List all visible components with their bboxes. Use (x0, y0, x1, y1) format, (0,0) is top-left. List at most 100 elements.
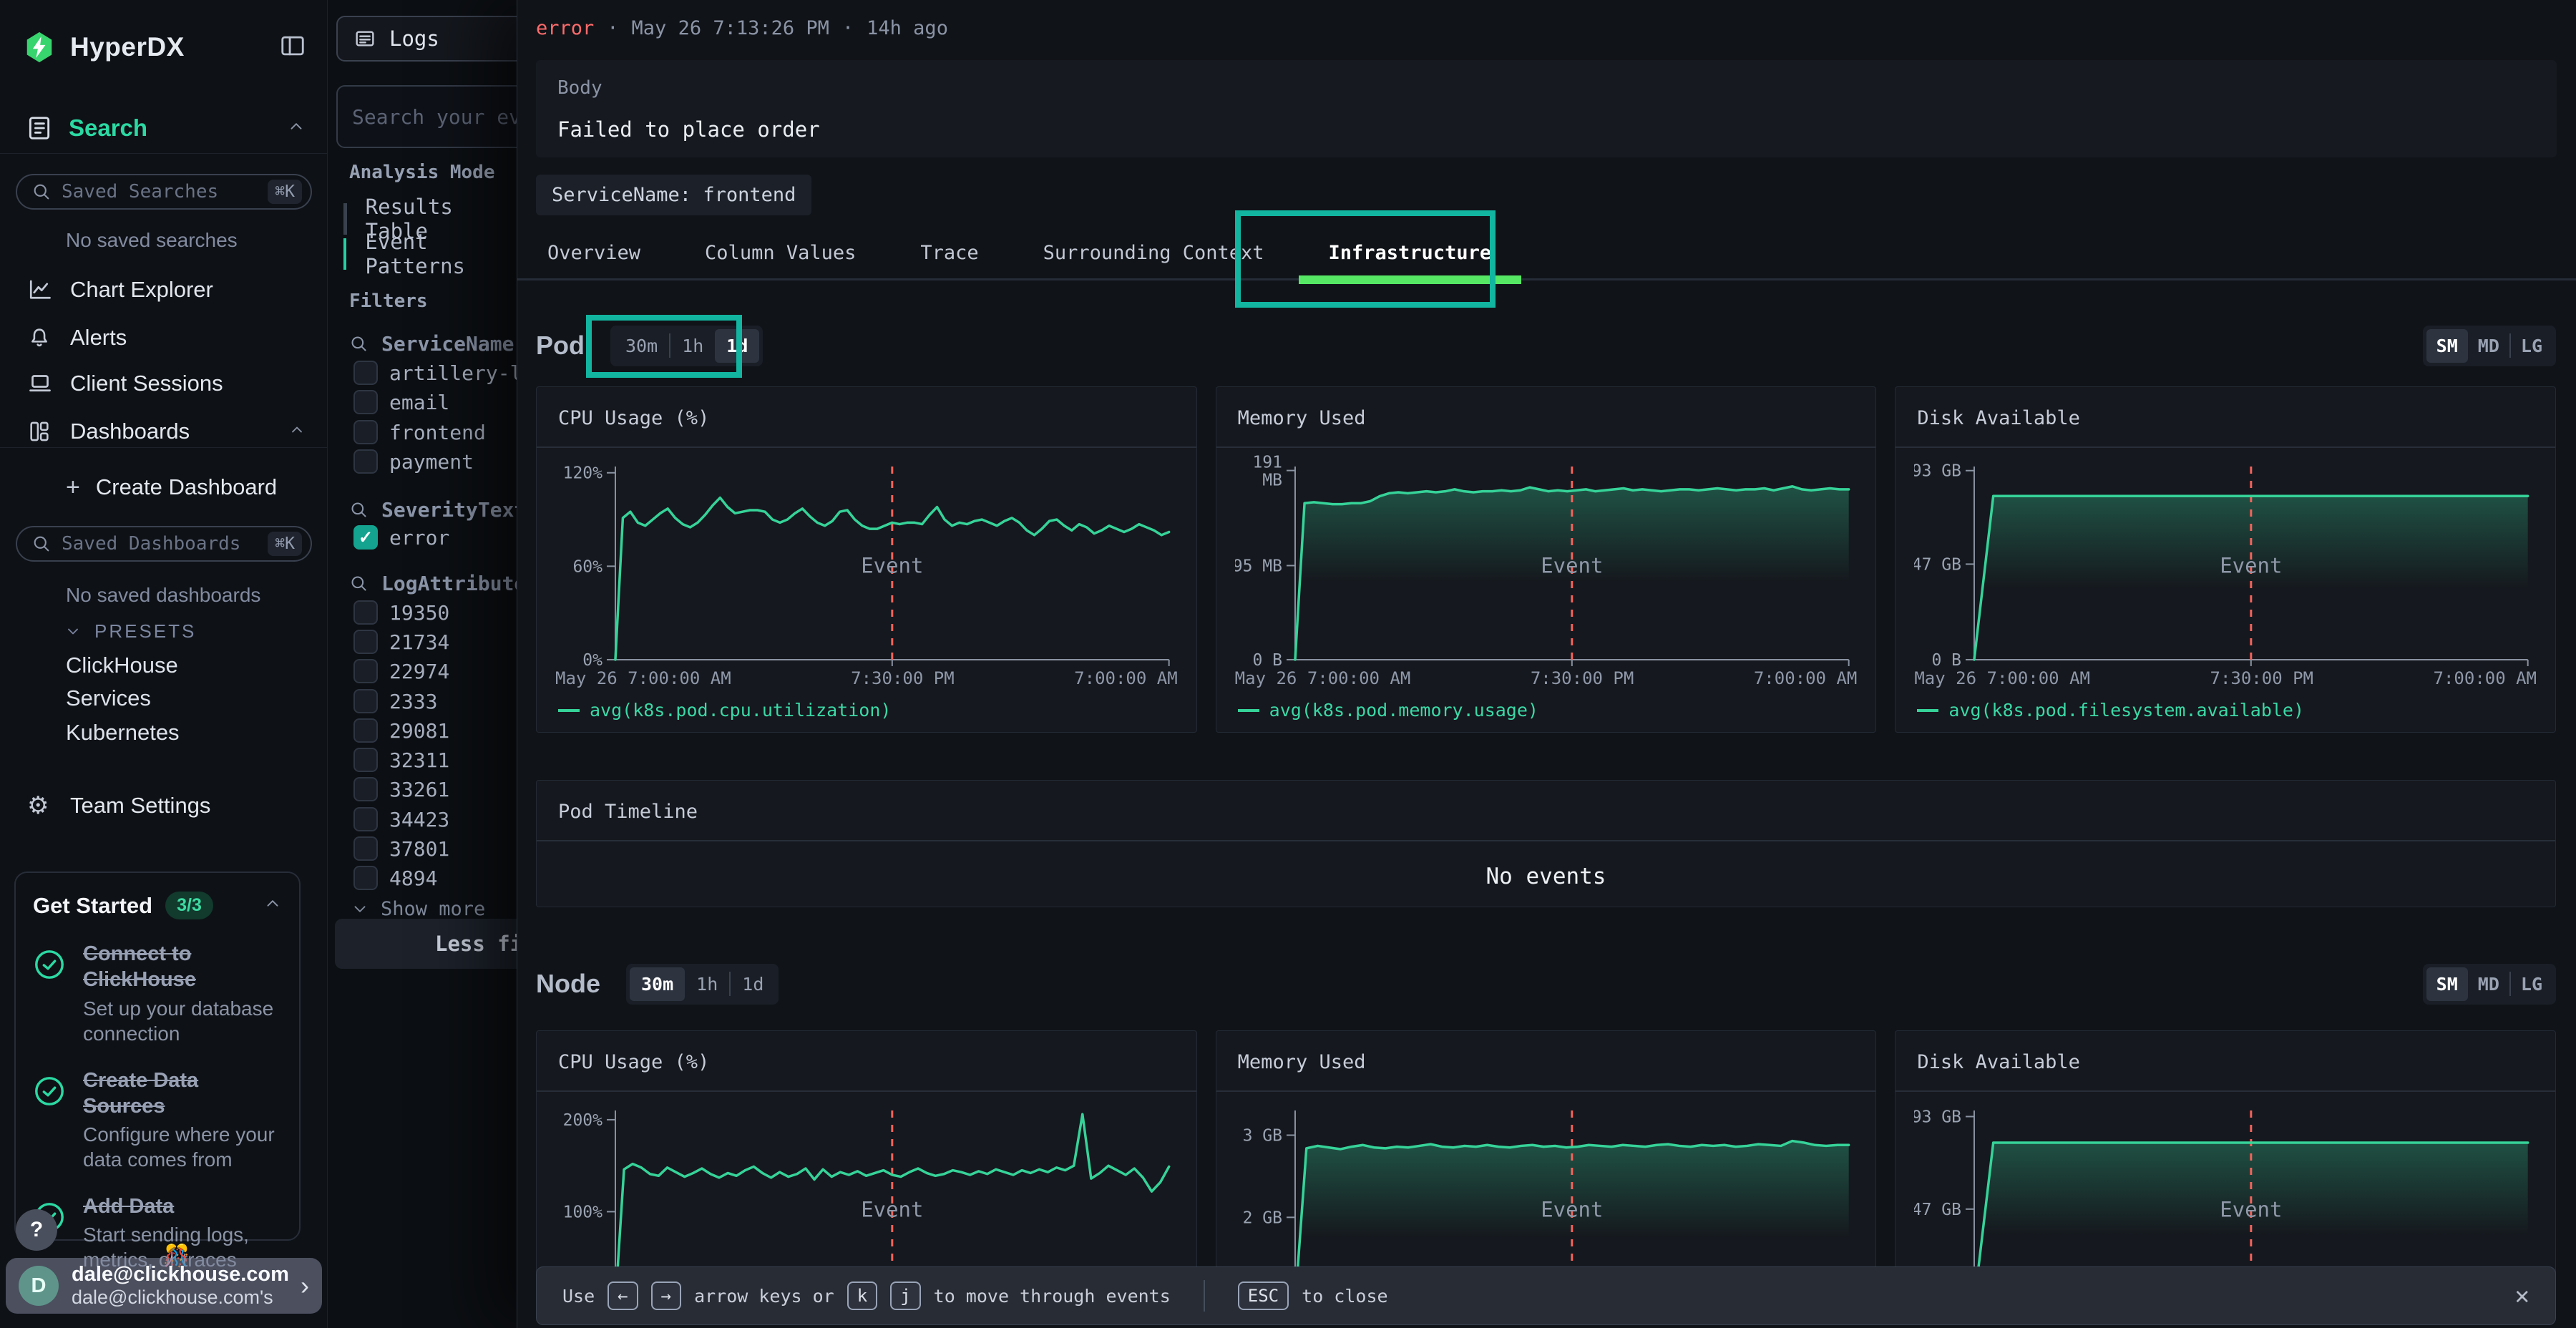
sidebar-item-alerts[interactable]: Alerts (0, 319, 327, 356)
event-search-input[interactable] (338, 87, 517, 147)
checkbox[interactable] (353, 807, 378, 831)
filter-option[interactable]: payment (353, 446, 517, 477)
sidebar-item-client-sessions[interactable]: Client Sessions (0, 365, 327, 402)
tab-infrastructure[interactable]: Infrastructure (1329, 242, 1492, 278)
sidebar-collapse-icon[interactable] (278, 32, 307, 63)
chevron-up-icon (288, 419, 306, 444)
filter-option[interactable]: 37801 (353, 834, 517, 864)
checkbox[interactable] (353, 836, 378, 861)
filter-option[interactable]: 33261 (353, 774, 517, 804)
range-30m-selected[interactable]: 30m (630, 967, 685, 1001)
search-icon[interactable] (349, 500, 369, 519)
filter-option[interactable]: artillery-loa (353, 358, 517, 388)
preset-kubernetes[interactable]: Kubernetes (66, 718, 180, 748)
size-lg[interactable]: LG (2511, 329, 2552, 363)
sidebar-item-dashboards[interactable]: Dashboards (0, 413, 327, 450)
tab-surrounding-context[interactable]: Surrounding Context (1043, 242, 1264, 278)
search-icon[interactable] (349, 334, 369, 353)
tab-trace[interactable]: Trace (920, 242, 978, 278)
checkbox[interactable] (353, 748, 378, 772)
chevron-up-icon[interactable] (263, 894, 282, 917)
chart-title: Memory Used (1216, 1031, 1876, 1092)
tab-column-values[interactable]: Column Values (705, 242, 856, 278)
filter-option[interactable]: 2333 (353, 686, 517, 716)
checkbox[interactable] (353, 420, 378, 444)
filter-option[interactable]: 19350 (353, 597, 517, 628)
filter-option[interactable]: email (353, 387, 517, 417)
source-selector-button[interactable]: Logs (336, 16, 517, 62)
saved-searches-input[interactable]: ⌘K (16, 174, 312, 210)
filter-option[interactable]: frontend (353, 417, 517, 447)
sidebar-item-search[interactable]: Search (26, 111, 306, 145)
checkbox[interactable] (353, 600, 378, 625)
sidebar-item-chart-explorer[interactable]: Chart Explorer (0, 271, 327, 308)
service-name-tag[interactable]: ServiceName: frontend (536, 175, 811, 215)
size-sm-selected[interactable]: SM (2426, 967, 2468, 1001)
create-dashboard-button[interactable]: + Create Dashboard (66, 470, 277, 504)
size-md[interactable]: MD (2468, 967, 2509, 1001)
size-lg[interactable]: LG (2511, 967, 2552, 1001)
size-md[interactable]: MD (2468, 329, 2509, 363)
filter-option[interactable]: 32311 (353, 745, 517, 775)
svg-text:2 GB: 2 GB (1242, 1209, 1282, 1227)
preset-services[interactable]: Services (66, 683, 151, 713)
saved-dashboards-input[interactable]: ⌘K (16, 526, 312, 562)
hyperdx-app: HyperDX Search ⌘K No saved searches (0, 0, 2576, 1328)
analysis-mode-event-patterns[interactable]: Event Patterns (343, 238, 517, 270)
get-started-item[interactable]: Create Data Sources Configure where your… (33, 1068, 282, 1173)
dashboards-icon (27, 419, 53, 444)
filter-option[interactable]: 29081 (353, 716, 517, 746)
tab-overview[interactable]: Overview (547, 242, 640, 278)
range-1d-selected[interactable]: 1d (715, 329, 759, 363)
checkbox[interactable] (353, 449, 378, 474)
checkbox[interactable] (353, 630, 378, 654)
range-30m[interactable]: 30m (614, 329, 669, 363)
filter-group-logattributes: LogAttributes (349, 567, 517, 599)
checkbox[interactable] (353, 866, 378, 890)
range-1h[interactable]: 1h (685, 967, 729, 1001)
search-icon[interactable] (349, 574, 369, 593)
range-1d[interactable]: 1d (731, 967, 775, 1001)
svg-text:0 B: 0 B (1252, 651, 1282, 667)
checkbox[interactable] (353, 689, 378, 713)
plus-icon: + (66, 474, 80, 502)
saved-dashboards-field[interactable] (62, 533, 268, 555)
sidebar-item-team-settings[interactable]: ⚙ Team Settings (0, 787, 327, 824)
filter-option[interactable]: 4894 (353, 863, 517, 893)
node-section-header: Node 30m 1h 1d SM MD LG (536, 960, 2556, 1007)
filter-option[interactable]: 21734 (353, 627, 517, 657)
filter-option[interactable]: 34423 (353, 804, 517, 834)
event-search-box[interactable] (336, 85, 517, 148)
checkbox[interactable] (353, 718, 378, 743)
filter-group-severitytext: SeverityText (349, 494, 517, 525)
presets-toggle[interactable]: PRESETS (64, 617, 196, 645)
hint-text: to close (1302, 1286, 1387, 1307)
range-1h[interactable]: 1h (670, 329, 715, 363)
logs-source-icon (353, 27, 376, 50)
node-range-toggle: 30m 1h 1d (626, 964, 779, 1005)
get-started-item[interactable]: Connect to ClickHouse Set up your databa… (33, 941, 282, 1046)
checkbox[interactable] (353, 361, 378, 385)
checkbox[interactable] (353, 777, 378, 801)
svg-text:0%: 0% (582, 651, 602, 667)
less-filters-button[interactable]: Less fil (335, 919, 517, 969)
close-icon[interactable]: ✕ (2515, 1281, 2529, 1310)
preset-clickhouse[interactable]: ClickHouse (66, 650, 178, 680)
saved-searches-field[interactable] (62, 181, 268, 202)
filter-option-error[interactable]: ✓error (353, 522, 517, 552)
logo-row: HyperDX (23, 26, 307, 69)
svg-text:100%: 100% (563, 1203, 603, 1221)
event-detail-panel: error · May 26 7:13:26 PM · 14h ago Body… (517, 0, 2576, 1328)
filter-option-label: 29081 (389, 719, 449, 743)
checkbox[interactable] (353, 659, 378, 683)
filter-option[interactable]: 22974 (353, 656, 517, 686)
filter-option-label: 34423 (389, 808, 449, 831)
checkbox[interactable] (353, 390, 378, 414)
x-tick: May 26 7:00:00 AM (1235, 668, 1411, 688)
get-started-title: Get Started (33, 893, 152, 919)
checkbox-checked[interactable]: ✓ (353, 525, 378, 550)
help-button[interactable]: ? (16, 1209, 57, 1251)
size-sm-selected[interactable]: SM (2426, 329, 2468, 363)
chevron-right-icon: › (301, 1271, 309, 1301)
user-menu[interactable]: D dale@clickhouse.com dale@clickhouse.co… (6, 1258, 322, 1314)
